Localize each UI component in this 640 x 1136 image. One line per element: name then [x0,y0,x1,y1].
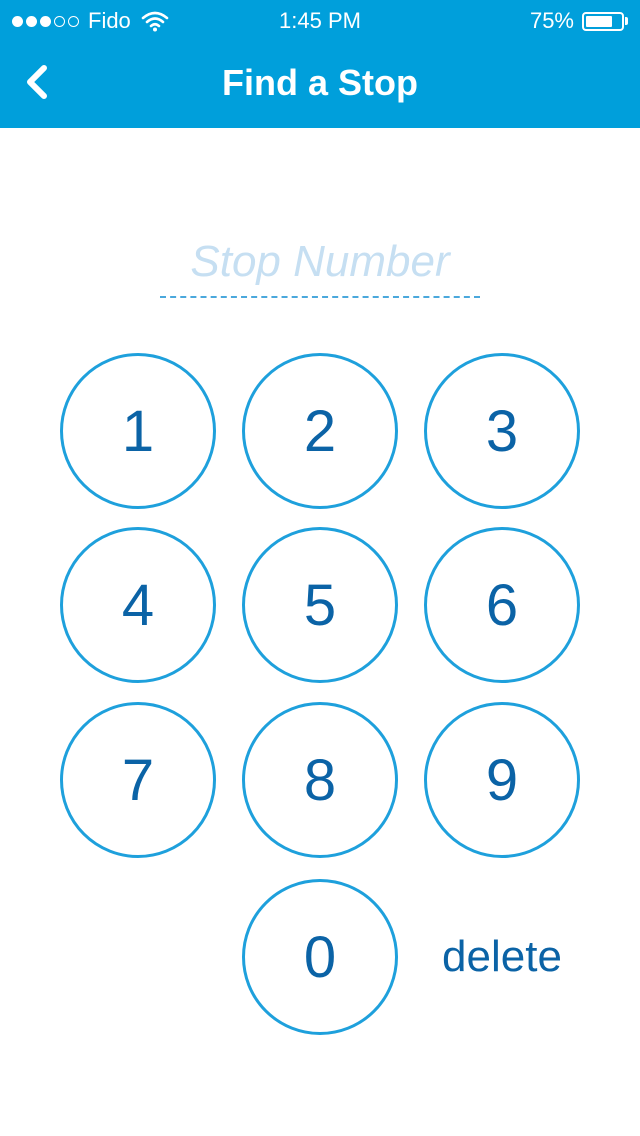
stop-number-input[interactable] [160,228,480,298]
header: Fido 1:45 PM 75% Find a Stop [0,0,640,128]
key-9-button[interactable]: 9 [424,702,580,858]
key-2-button[interactable]: 2 [242,353,398,509]
nav-bar: Find a Stop [0,40,640,128]
key-5-button[interactable]: 5 [242,527,398,683]
key-7-button[interactable]: 7 [60,702,216,858]
battery-icon [582,11,624,31]
page-title: Find a Stop [222,62,418,103]
key-1-button[interactable]: 1 [60,353,216,509]
status-bar: Fido 1:45 PM 75% [0,0,640,40]
battery-fill [586,15,612,27]
key-3-button[interactable]: 3 [424,353,580,509]
key-8-button[interactable]: 8 [242,702,398,858]
battery-percent: 75% [529,8,574,33]
delete-button[interactable]: delete [424,912,580,1002]
battery-indicator: 75% [530,8,628,34]
key-6-button[interactable]: 6 [424,527,580,683]
battery-nub [625,17,628,25]
key-0-button[interactable]: 0 [242,879,398,1035]
key-4-button[interactable]: 4 [60,527,216,683]
